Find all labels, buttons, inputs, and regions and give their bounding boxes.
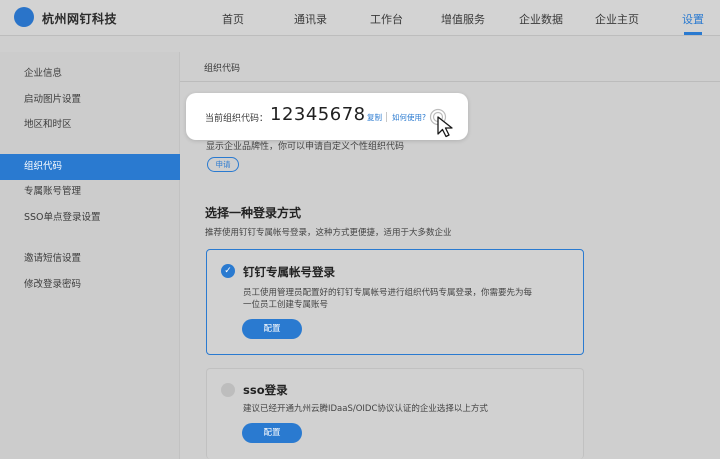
sidebar-item-region-timezone[interactable]: 地区和时区 xyxy=(0,112,180,138)
sidebar-item-org-code[interactable]: 组织代码 xyxy=(0,154,180,180)
login-method-title: 选择一种登录方式 xyxy=(205,206,302,220)
login-method-subtitle: 推荐使用钉钉专属帐号登录，这种方式更便捷，适用于大多数企业 xyxy=(205,228,452,238)
option-desc-sso: 建议已经开通九州云腾IDaaS/OIDC协议认证的企业选择以上方式 xyxy=(243,404,488,414)
org-code-description: 显示企业品牌性，你可以申请自定义个性组织代码 xyxy=(206,142,405,152)
configure-sso-button[interactable]: 配置 xyxy=(242,423,302,443)
page-title: 组织代码 xyxy=(204,64,241,74)
configure-dedicated-button[interactable]: 配置 xyxy=(242,319,302,339)
settings-sidebar: 企业信息 启动图片设置 地区和时区 组织代码 专属账号管理 SSO单点登录设置 … xyxy=(0,52,180,459)
current-code-label: 当前组织代码： xyxy=(205,114,269,124)
radio-unselected-icon[interactable] xyxy=(221,383,235,397)
company-logo[interactable] xyxy=(14,7,34,27)
option-title-dedicated: 钉钉专属帐号登录 xyxy=(243,265,335,279)
company-name[interactable]: 杭州网钉科技 xyxy=(42,10,117,27)
link-divider xyxy=(386,112,387,122)
option-desc-dedicated-line2: 一位员工创建专属账号 xyxy=(243,300,329,310)
sidebar-item-invite-sms[interactable]: 邀请短信设置 xyxy=(0,246,180,272)
nav-home[interactable]: 首页 xyxy=(222,11,244,27)
sidebar-item-sso[interactable]: SSO单点登录设置 xyxy=(0,205,180,231)
nav-enterprise-data[interactable]: 企业数据 xyxy=(519,11,563,27)
sidebar-item-dedicated-accounts[interactable]: 专属账号管理 xyxy=(0,179,180,205)
nav-workbench[interactable]: 工作台 xyxy=(370,11,403,27)
how-to-use-link[interactable]: 如何使用? xyxy=(392,112,426,123)
apply-button[interactable]: 申请 xyxy=(207,157,239,172)
sidebar-item-launch-image[interactable]: 启动图片设置 xyxy=(0,87,180,113)
current-code-value: 12345678 xyxy=(270,104,366,125)
sidebar-item-enterprise-info[interactable]: 企业信息 xyxy=(0,61,180,87)
top-nav-bar: 杭州网钉科技 首页 通讯录 工作台 增值服务 企业数据 企业主页 设置 xyxy=(0,0,720,36)
copy-link[interactable]: 复制 xyxy=(367,112,382,123)
nav-value-added[interactable]: 增值服务 xyxy=(441,11,485,27)
nav-settings[interactable]: 设置 xyxy=(682,11,704,27)
option-title-sso: sso登录 xyxy=(243,383,288,397)
nav-enterprise-home[interactable]: 企业主页 xyxy=(595,11,639,27)
pointer-cursor-icon xyxy=(429,108,453,138)
nav-contacts[interactable]: 通讯录 xyxy=(294,11,327,27)
nav-active-indicator xyxy=(684,32,702,35)
panel-header: 组织代码 xyxy=(180,52,720,82)
sidebar-item-change-password[interactable]: 修改登录密码 xyxy=(0,272,180,298)
check-icon[interactable]: ✓ xyxy=(221,264,235,278)
